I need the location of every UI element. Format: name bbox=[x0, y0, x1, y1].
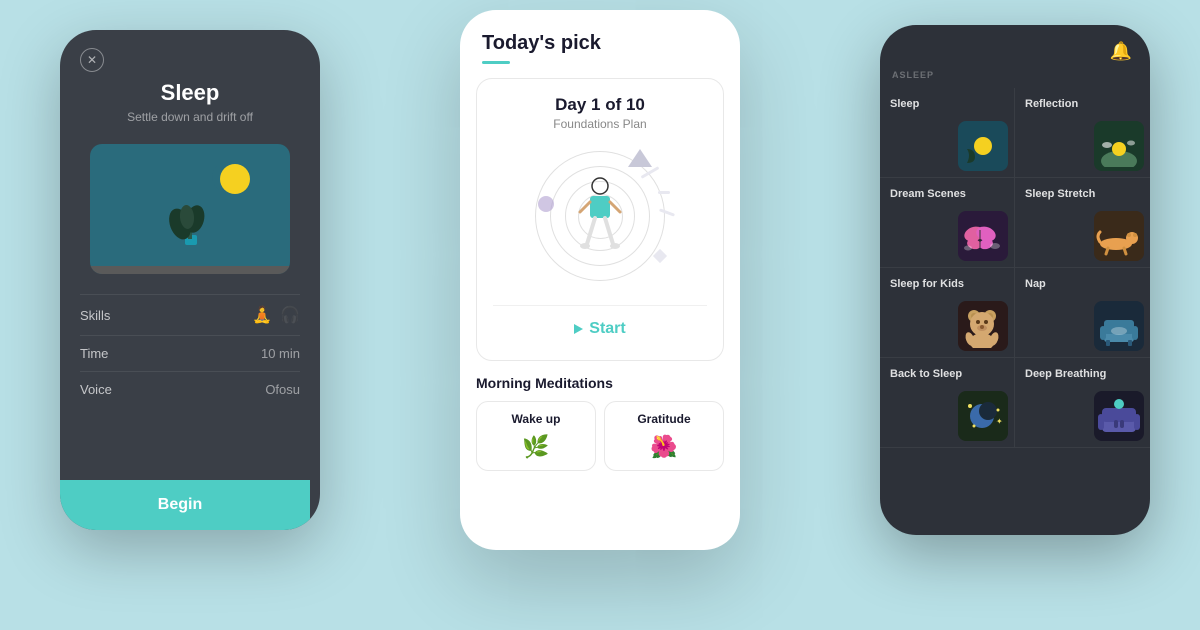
cell-nap-title: Nap bbox=[1025, 278, 1046, 290]
stat-time-value: 10 min bbox=[261, 346, 300, 361]
cell-kids-title: Sleep for Kids bbox=[890, 278, 964, 290]
stretch-cell-illustration bbox=[1094, 211, 1144, 261]
grid-cell-deep-breathing[interactable]: Deep Breathing bbox=[1015, 358, 1150, 448]
close-button[interactable]: ✕ bbox=[80, 48, 104, 72]
cell-reflection-title: Reflection bbox=[1025, 98, 1078, 110]
svg-text:✦: ✦ bbox=[996, 417, 1003, 426]
monitor-base bbox=[90, 266, 290, 274]
grid-cell-nap[interactable]: Nap bbox=[1015, 268, 1150, 358]
start-label: Start bbox=[589, 320, 625, 338]
meditation-illustration bbox=[520, 141, 680, 291]
grid-cell-reflection[interactable]: Reflection bbox=[1015, 88, 1150, 178]
deep-breathing-cell-illustration bbox=[1094, 391, 1144, 441]
stat-voice-value: Ofosu bbox=[265, 382, 300, 397]
plant-illustration bbox=[165, 189, 215, 254]
wakeup-card[interactable]: Wake up 🌿 bbox=[476, 401, 596, 471]
nap-cell-illustration bbox=[1094, 301, 1144, 351]
start-row[interactable]: Start bbox=[574, 310, 625, 344]
cell-deep-breathing-title: Deep Breathing bbox=[1025, 368, 1106, 380]
dream-cell-illustration bbox=[958, 211, 1008, 261]
phone-right: 🔔 ASLEEP Sleep Reflection bbox=[880, 25, 1150, 535]
triangle-shape bbox=[628, 149, 652, 167]
bell-icon[interactable]: 🔔 bbox=[1110, 41, 1132, 62]
cell-stretch-title: Sleep Stretch bbox=[1025, 188, 1095, 200]
morning-title: Morning Meditations bbox=[476, 375, 724, 391]
category-grid: Sleep Reflection bbox=[880, 88, 1150, 448]
stats-section: Skills 🧘 🎧 Time 10 min Voice Ofosu bbox=[80, 294, 300, 407]
stat-skills: Skills 🧘 🎧 bbox=[80, 294, 300, 335]
card-divider bbox=[493, 305, 707, 306]
sitting-figure bbox=[575, 176, 625, 256]
stat-voice-label: Voice bbox=[80, 382, 112, 397]
category-label: ASLEEP bbox=[880, 70, 1150, 88]
sleep-illustration bbox=[90, 144, 290, 274]
grid-cell-dream[interactable]: Dream Scenes bbox=[880, 178, 1015, 268]
kids-cell-illustration bbox=[958, 301, 1008, 351]
play-icon bbox=[574, 324, 583, 334]
wakeup-icon: 🌿 bbox=[522, 434, 549, 460]
phone-center: Today's pick Day 1 of 10 Foundations Pla… bbox=[460, 10, 740, 550]
day-card[interactable]: Day 1 of 10 Foundations Plan bbox=[476, 78, 724, 361]
back-sleep-cell-illustration: ✦ bbox=[958, 391, 1008, 441]
foundations-plan: Foundations Plan bbox=[553, 117, 646, 131]
phone-left: ✕ Sleep Settle down and drift off Skills… bbox=[60, 30, 320, 530]
cell-back-sleep-title: Back to Sleep bbox=[890, 368, 962, 380]
meditation-cards: Wake up 🌿 Gratitude 🌺 bbox=[476, 401, 724, 471]
gratitude-icon: 🌺 bbox=[650, 434, 677, 460]
gratitude-label: Gratitude bbox=[637, 412, 690, 426]
stat-voice: Voice Ofosu bbox=[80, 371, 300, 407]
cell-sleep-title: Sleep bbox=[890, 98, 919, 110]
grid-cell-back-sleep[interactable]: Back to Sleep ✦ bbox=[880, 358, 1015, 448]
sleep-cell-illustration bbox=[958, 121, 1008, 171]
sleep-title: Sleep bbox=[161, 80, 220, 106]
reflection-cell-illustration bbox=[1094, 121, 1144, 171]
person-icon: 🧘 bbox=[252, 305, 272, 325]
headphones-icon: 🎧 bbox=[280, 305, 300, 325]
moon-icon bbox=[220, 164, 250, 194]
teal-underline bbox=[482, 61, 510, 64]
cell-dream-title: Dream Scenes bbox=[890, 188, 966, 200]
grid-cell-kids[interactable]: Sleep for Kids bbox=[880, 268, 1015, 358]
morning-section: Morning Meditations Wake up 🌿 Gratitude … bbox=[460, 375, 740, 471]
grid-cell-stretch[interactable]: Sleep Stretch bbox=[1015, 178, 1150, 268]
todays-pick-title: Today's pick bbox=[482, 32, 718, 55]
purple-circle bbox=[538, 196, 554, 212]
center-header: Today's pick bbox=[460, 10, 740, 64]
wakeup-label: Wake up bbox=[512, 412, 561, 426]
begin-button[interactable]: Begin bbox=[60, 480, 310, 530]
right-header: 🔔 bbox=[880, 25, 1150, 70]
shape-2 bbox=[658, 191, 670, 194]
stat-skills-label: Skills bbox=[80, 308, 110, 323]
grid-cell-sleep[interactable]: Sleep bbox=[880, 88, 1015, 178]
stat-time: Time 10 min bbox=[80, 335, 300, 371]
gratitude-card[interactable]: Gratitude 🌺 bbox=[604, 401, 724, 471]
sleep-subtitle: Settle down and drift off bbox=[127, 110, 253, 124]
stat-time-label: Time bbox=[80, 346, 108, 361]
shape-4 bbox=[653, 249, 667, 263]
skill-icons: 🧘 🎧 bbox=[252, 305, 300, 325]
day-title: Day 1 of 10 bbox=[555, 95, 645, 115]
